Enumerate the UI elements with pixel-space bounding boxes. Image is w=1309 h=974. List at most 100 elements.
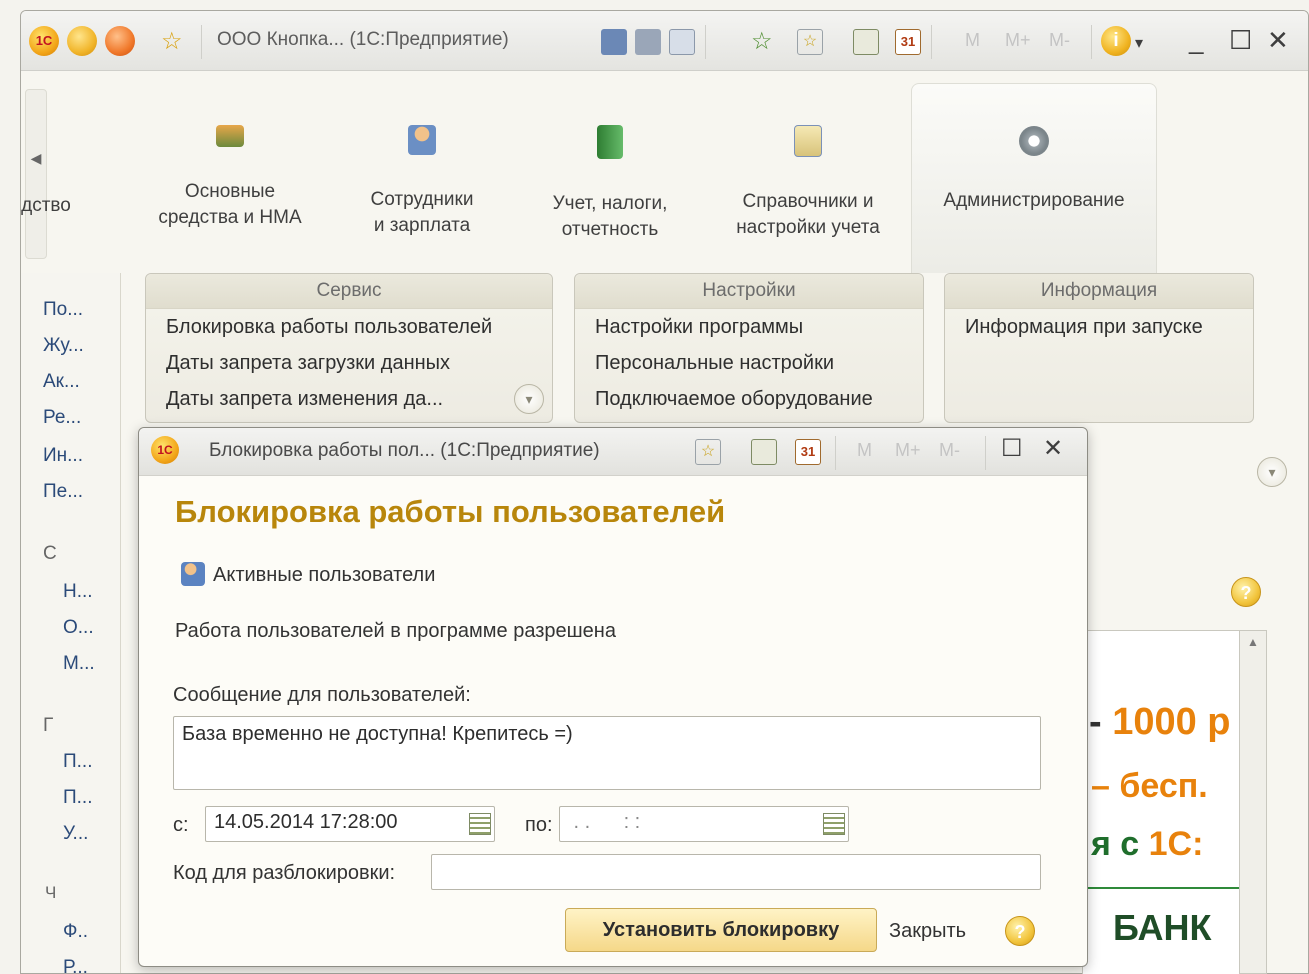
favorites-list-icon[interactable]: ☆ <box>797 29 823 55</box>
nav-item[interactable]: Ф.. <box>63 921 88 943</box>
section-fixed-assets[interactable]: Основные средства и НМА <box>145 83 315 231</box>
memory-m-button[interactable]: M <box>965 30 980 51</box>
main-window-title: ООО Кнопка... (1С:Предприятие) <box>217 29 509 50</box>
calendar-icon[interactable]: 31 <box>795 439 821 465</box>
section-label: Учет, налоги, <box>552 193 668 214</box>
section-accounting[interactable]: Учет, налоги, отчетность <box>525 83 695 243</box>
menu-dropdown-icon[interactable] <box>67 26 97 56</box>
message-label: Сообщение для пользователей: <box>173 684 471 706</box>
nav-item[interactable]: Ре... <box>43 407 81 429</box>
close-dialog-button[interactable]: Закрыть <box>889 920 966 943</box>
nav-item[interactable]: Р... <box>63 957 88 973</box>
add-favorite-icon[interactable]: ☆ <box>751 29 777 55</box>
save-icon[interactable] <box>601 29 627 55</box>
nav-item[interactable]: П... <box>63 751 93 773</box>
calendar-picker-icon[interactable] <box>823 813 845 835</box>
favorites-list-icon[interactable]: ☆ <box>695 439 721 465</box>
memory-mminus-button[interactable]: M- <box>1049 30 1070 51</box>
left-navigation-panel: По... Жу... Ак... Ре... Ин... Пе... С Н.… <box>21 273 121 973</box>
section-label: Справочники и <box>742 191 874 212</box>
calendar-picker-icon[interactable] <box>469 813 491 835</box>
help-icon[interactable]: ? <box>1005 916 1035 946</box>
link-load-prohibit-dates[interactable]: Даты запрета загрузки данных <box>146 345 552 381</box>
minimize-button[interactable]: _ <box>1189 25 1203 56</box>
to-label: по: <box>525 814 553 836</box>
from-date-field[interactable]: 14.05.2014 17:28:00 <box>205 806 495 842</box>
link-program-settings[interactable]: Настройки программы <box>575 309 923 345</box>
main-menu-icon[interactable] <box>105 26 135 56</box>
section-administration[interactable]: Администрирование <box>911 83 1157 273</box>
memory-m-button[interactable]: M <box>857 440 872 461</box>
nav-group-header: Г <box>43 715 54 736</box>
nav-item[interactable]: Ак... <box>43 371 80 393</box>
ad-line: я с 1С: <box>1091 825 1204 863</box>
nav-item[interactable]: Н... <box>63 581 93 603</box>
group-title: Сервис <box>146 274 552 309</box>
nav-item[interactable]: М... <box>63 653 95 675</box>
from-label: с: <box>173 814 189 836</box>
maximize-button[interactable]: ☐ <box>1229 25 1252 56</box>
dialog-title: Блокировка работы пол... (1С:Предприятие… <box>209 440 600 461</box>
link-equipment[interactable]: Подключаемое оборудование <box>575 381 923 417</box>
favorites-star-icon[interactable]: ☆ <box>161 29 187 55</box>
vertical-scrollbar[interactable]: ▲ <box>1239 630 1267 974</box>
section-label: дство <box>21 195 71 216</box>
link-change-prohibit-dates[interactable]: Даты запрета изменения да... <box>146 381 552 417</box>
1c-logo-icon[interactable]: 1С <box>151 436 179 464</box>
user-lock-dialog: 1С Блокировка работы пол... (1С:Предприя… <box>138 427 1088 967</box>
directory-icon <box>794 125 822 157</box>
group-information: Информация Информация при запуске <box>944 273 1254 423</box>
preview-icon[interactable] <box>669 29 695 55</box>
nav-item[interactable]: Ин... <box>43 445 83 467</box>
link-startup-info[interactable]: Информация при запуске <box>945 309 1253 345</box>
expand-chevron-icon[interactable]: ▾ <box>1257 457 1287 487</box>
scroll-up-arrow-icon[interactable]: ▲ <box>1240 635 1266 649</box>
start-page-panel: - 1000 р – бесп. я с 1С: БАНК <box>1082 630 1240 974</box>
link-personal-settings[interactable]: Персональные настройки <box>575 345 923 381</box>
unlock-code-label: Код для разблокировки: <box>173 862 396 884</box>
close-button[interactable]: ✕ <box>1043 434 1063 463</box>
maximize-button[interactable]: ☐ <box>1001 434 1023 463</box>
employees-icon <box>408 125 436 155</box>
to-date-field[interactable]: . . : : <box>559 806 849 842</box>
active-users-link[interactable]: Активные пользователи <box>213 564 435 587</box>
separator <box>985 436 986 470</box>
link-user-lock[interactable]: Блокировка работы пользователей <box>146 309 552 345</box>
calculator-icon[interactable] <box>751 439 777 465</box>
info-icon[interactable]: i <box>1101 26 1131 56</box>
unlock-code-field[interactable] <box>431 854 1041 890</box>
separator <box>835 436 836 470</box>
info-dropdown-icon[interactable]: ▾ <box>1135 33 1143 53</box>
section-directories[interactable]: Справочники и настройки учета <box>723 83 893 241</box>
nav-group-header: Ч <box>45 883 57 902</box>
memory-mminus-button[interactable]: M- <box>939 440 960 461</box>
memory-mplus-button[interactable]: M+ <box>1005 30 1031 51</box>
divider <box>1083 887 1240 889</box>
section-icon <box>28 125 64 161</box>
nav-item[interactable]: По... <box>43 299 83 321</box>
nav-item[interactable]: О... <box>63 617 94 639</box>
calendar-icon[interactable]: 31 <box>895 29 921 55</box>
lock-status-text: Работа пользователей в программе разреше… <box>175 620 616 642</box>
separator <box>1091 25 1092 59</box>
set-lock-button[interactable]: Установить блокировку <box>565 908 877 952</box>
print-icon[interactable] <box>635 29 661 55</box>
section-employees[interactable]: Сотрудники и зарплата <box>337 83 507 239</box>
group-settings: Настройки Настройки программы Персональн… <box>574 273 924 423</box>
nav-item[interactable]: Пе... <box>43 481 83 503</box>
nav-item[interactable]: У... <box>63 823 88 845</box>
nav-item[interactable]: П... <box>63 787 93 809</box>
calculator-icon[interactable] <box>853 29 879 55</box>
nav-item[interactable]: Жу... <box>43 335 84 357</box>
close-button[interactable]: ✕ <box>1267 25 1289 56</box>
section-production[interactable]: дство <box>21 83 131 219</box>
separator <box>931 25 932 59</box>
users-icon[interactable] <box>181 562 205 586</box>
expand-chevron-icon[interactable]: ▾ <box>514 384 544 414</box>
section-label: Администрирование <box>943 190 1125 211</box>
ad-line: - 1000 р <box>1089 701 1231 743</box>
message-textarea[interactable]: База временно не доступна! Крепитесь =) <box>173 716 1041 790</box>
memory-mplus-button[interactable]: M+ <box>895 440 921 461</box>
help-icon[interactable]: ? <box>1231 577 1261 607</box>
1c-logo-icon[interactable]: 1С <box>29 26 59 56</box>
